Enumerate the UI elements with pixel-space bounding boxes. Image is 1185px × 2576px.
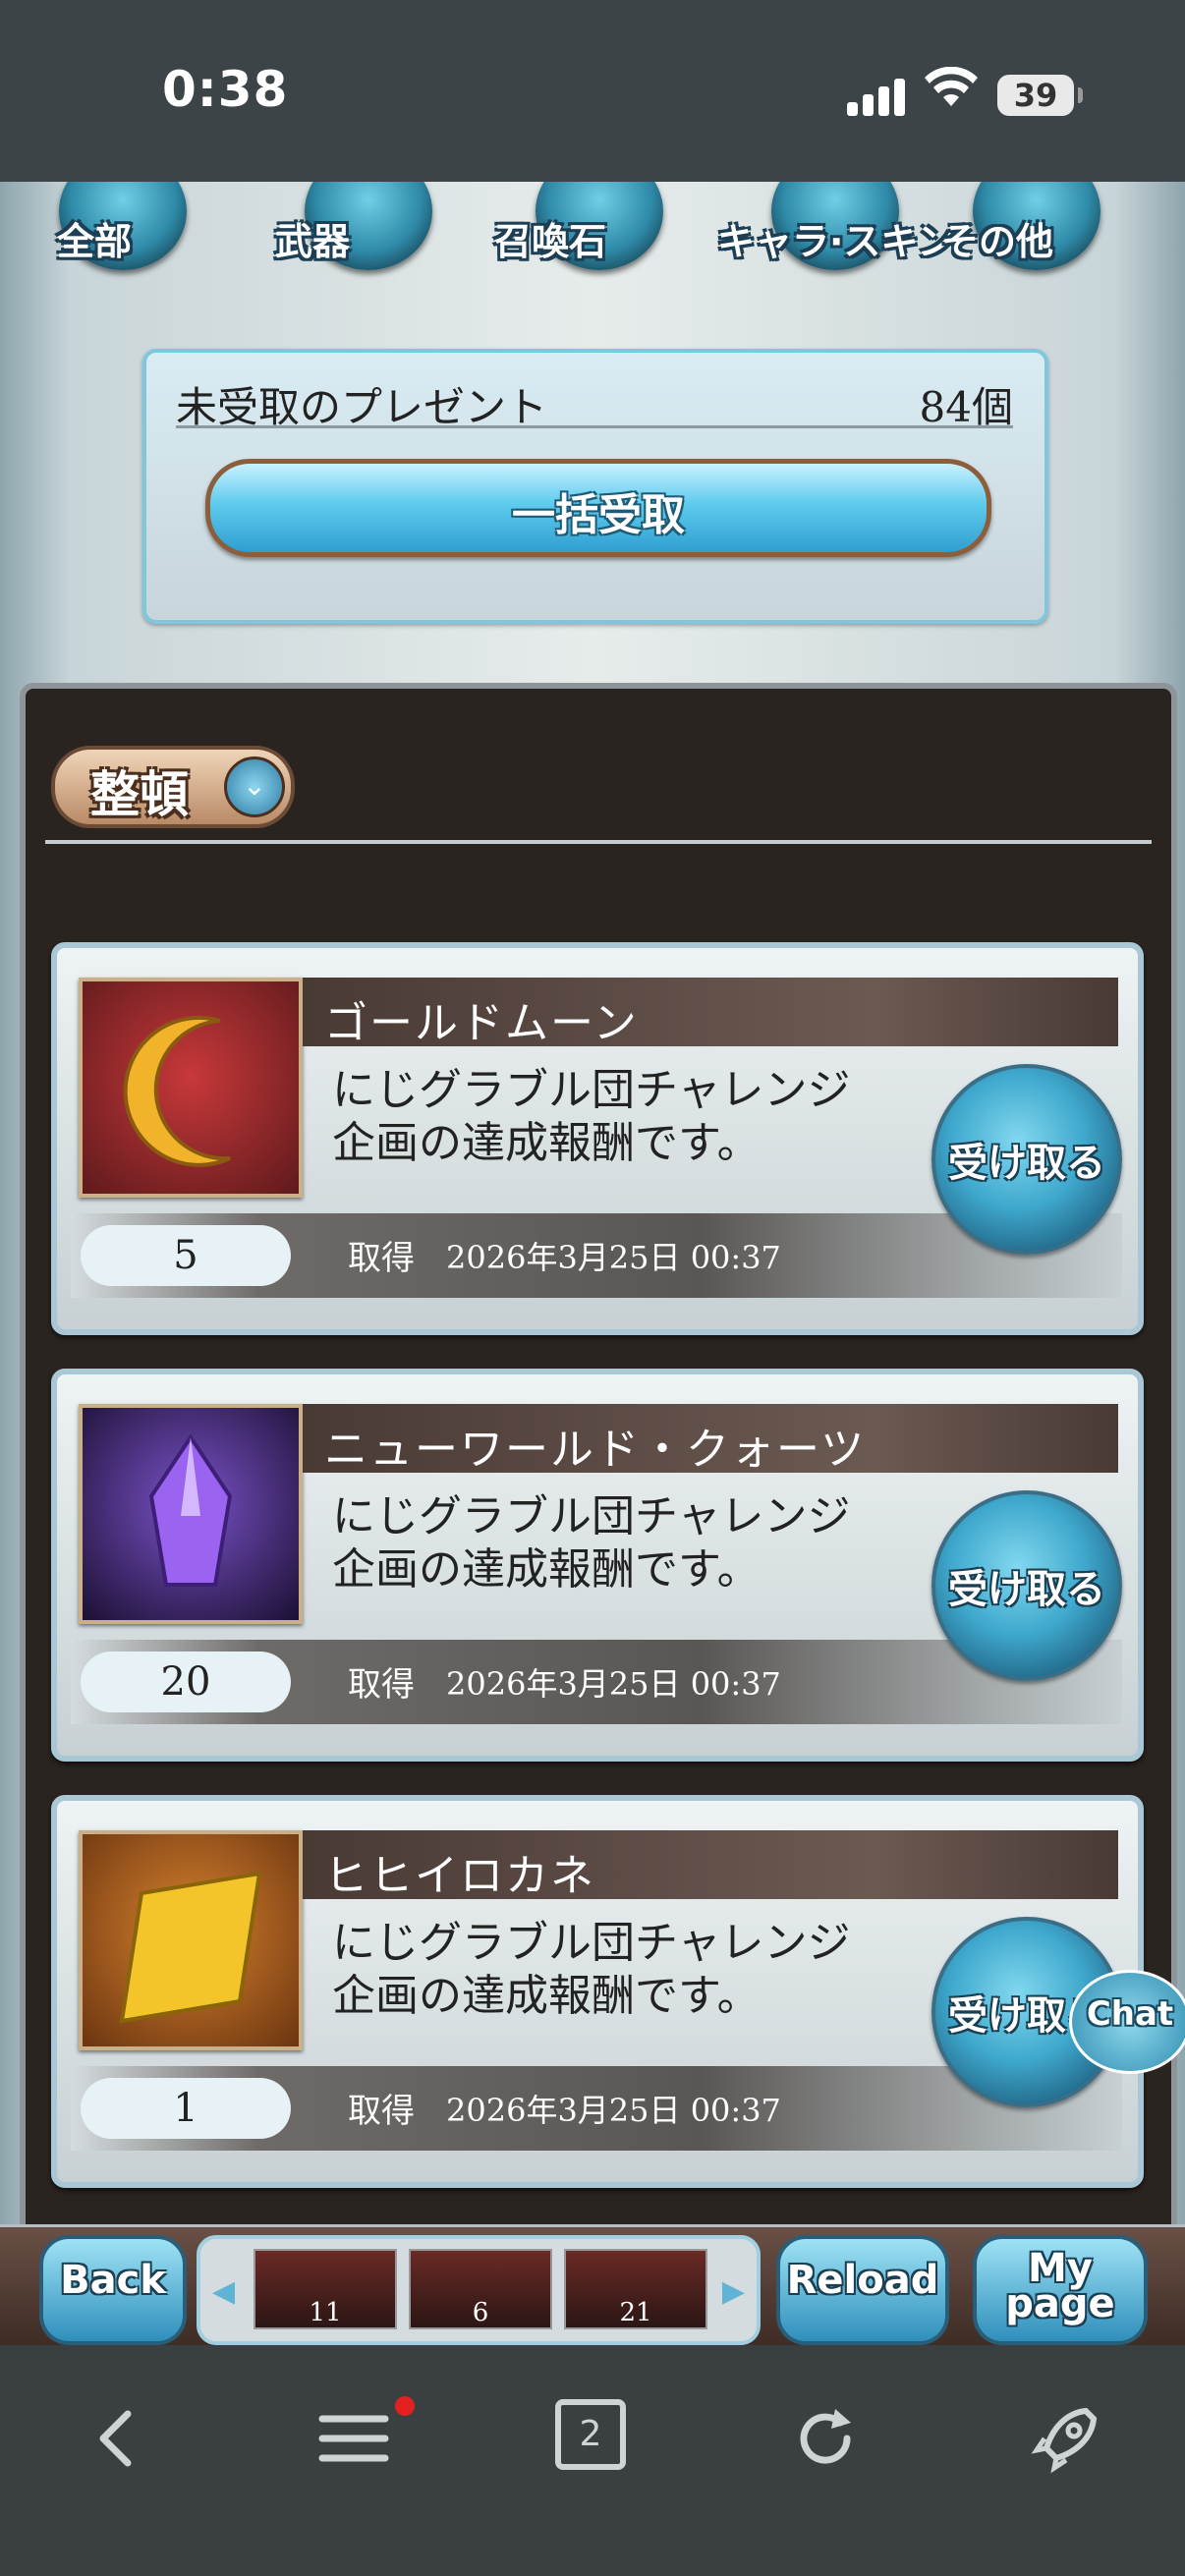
- reload-icon[interactable]: [786, 2399, 865, 2478]
- carousel-item-count: 6: [472, 2298, 489, 2327]
- item-quantity: 5: [81, 1225, 291, 1286]
- carousel-item[interactable]: 6: [409, 2249, 552, 2329]
- unreceived-count: 84個: [919, 383, 1013, 431]
- chevron-down-icon: ⌄: [224, 756, 285, 817]
- present-item: ニューワールド・クォーツ にじグラブル団チャレンジ 企画の達成報酬です。 20 …: [51, 1369, 1144, 1762]
- chat-label: Chat: [1086, 1994, 1174, 2034]
- wifi-icon: [925, 67, 978, 106]
- tab-all-label: 全部: [57, 220, 133, 263]
- sort-button[interactable]: 整頓 ⌄: [51, 746, 295, 828]
- rocket-icon[interactable]: [1027, 2399, 1105, 2478]
- carousel-item[interactable]: 21: [564, 2249, 707, 2329]
- battery-icon: 39: [997, 75, 1083, 116]
- back-button[interactable]: Back: [39, 2235, 187, 2345]
- tab-other-label: その他: [941, 220, 1054, 263]
- unreceived-header: 未受取のプレゼント 84個: [176, 374, 1013, 431]
- item-description: にじグラブル団チャレンジ 企画の達成報酬です。: [332, 1491, 851, 1595]
- status-time: 0:38: [162, 61, 289, 118]
- carousel-item[interactable]: 11: [254, 2249, 397, 2329]
- gold-moon-icon: [79, 978, 303, 1198]
- acquired-date: 2026年3月25日 00:37: [446, 1239, 781, 1276]
- back-label: Back: [60, 2258, 166, 2303]
- carousel-item-count: 21: [619, 2298, 652, 2327]
- item-quantity: 20: [81, 1652, 291, 1712]
- acquired-date: 2026年3月25日 00:37: [446, 2092, 781, 2129]
- gold-ingot-icon: [79, 1830, 303, 2050]
- acquired-label: 取得: [348, 1239, 415, 1278]
- receive-label: 受け取る: [948, 1567, 1105, 1612]
- menu-icon[interactable]: [314, 2399, 393, 2478]
- item-name-bar: ヒヒイロカネ: [303, 1830, 1118, 1901]
- reload-button[interactable]: Reload: [776, 2235, 949, 2345]
- acquired-label: 取得: [348, 2092, 415, 2131]
- item-quantity: 1: [81, 2078, 291, 2139]
- item-name: ニューワールド・クォーツ: [324, 1425, 867, 1475]
- present-item: ヒヒイロカネ にじグラブル団チャレンジ 企画の達成報酬です。 1 取得 2026…: [51, 1795, 1144, 2188]
- unreceived-box: 未受取のプレゼント 84個 一括受取: [142, 349, 1048, 624]
- sort-label: 整頓: [90, 766, 189, 823]
- carousel-item-count: 11: [309, 2298, 342, 2327]
- back-icon[interactable]: [79, 2399, 157, 2478]
- tab-weapons-label: 武器: [275, 220, 351, 263]
- receive-button[interactable]: 受け取る: [931, 1064, 1122, 1255]
- tabs-button[interactable]: 2: [555, 2399, 626, 2470]
- receive-label: 受け取る: [948, 1141, 1105, 1186]
- item-description: にじグラブル団チャレンジ 企画の達成報酬です。: [332, 1065, 851, 1168]
- notification-dot: [395, 2396, 415, 2416]
- receive-button[interactable]: 受け取る: [931, 1490, 1122, 1681]
- game-toolbar: Back ◀ 11 6 21 ▶ Reload My page: [0, 2224, 1185, 2345]
- bulk-receive-label: 一括受取: [512, 490, 685, 540]
- carousel-left-icon[interactable]: ◀: [212, 2274, 235, 2309]
- item-description: にじグラブル団チャレンジ 企画の達成報酬です。: [332, 1918, 851, 2021]
- status-bar: 0:38 39: [0, 0, 1185, 182]
- reload-label: Reload: [786, 2258, 939, 2303]
- cellular-signal-icon: [847, 77, 906, 116]
- tab-summons-label: 召喚石: [494, 220, 607, 263]
- quartz-icon: [79, 1404, 303, 1624]
- category-tabs: 全部 武器 召喚石 キャラ·スキン その他: [0, 182, 1185, 290]
- item-carousel: ◀ 11 6 21 ▶: [197, 2235, 761, 2345]
- item-name-bar: ゴールドムーン: [303, 978, 1118, 1048]
- tab-chara-skin-label: キャラ·スキン: [717, 220, 955, 263]
- browser-nav-bar: 2: [0, 2345, 1185, 2576]
- item-name: ゴールドムーン: [324, 998, 639, 1048]
- item-name: ヒヒイロカネ: [324, 1851, 595, 1901]
- unreceived-title: 未受取のプレゼント: [176, 383, 548, 431]
- mypage-label: My page: [1005, 2246, 1115, 2326]
- divider: [45, 840, 1152, 844]
- acquired-date: 2026年3月25日 00:37: [446, 1665, 781, 1703]
- mypage-button[interactable]: My page: [973, 2235, 1148, 2345]
- carousel-right-icon[interactable]: ▶: [722, 2274, 745, 2309]
- bulk-receive-button[interactable]: 一括受取: [205, 459, 991, 557]
- present-list-panel: 整頓 ⌄ ゴールドムーン にじグラブル団チャレンジ 企画の達成報酬です。 5 取…: [20, 683, 1177, 2345]
- acquired-label: 取得: [348, 1665, 415, 1705]
- item-name-bar: ニューワールド・クォーツ: [303, 1404, 1118, 1475]
- present-item: ゴールドムーン にじグラブル団チャレンジ 企画の達成報酬です。 5 取得 202…: [51, 942, 1144, 1335]
- game-view: 全部 武器 召喚石 キャラ·スキン その他 未受取のプレゼント 84個 一括受取…: [0, 182, 1185, 2345]
- chat-button[interactable]: Chat: [1069, 1970, 1185, 2074]
